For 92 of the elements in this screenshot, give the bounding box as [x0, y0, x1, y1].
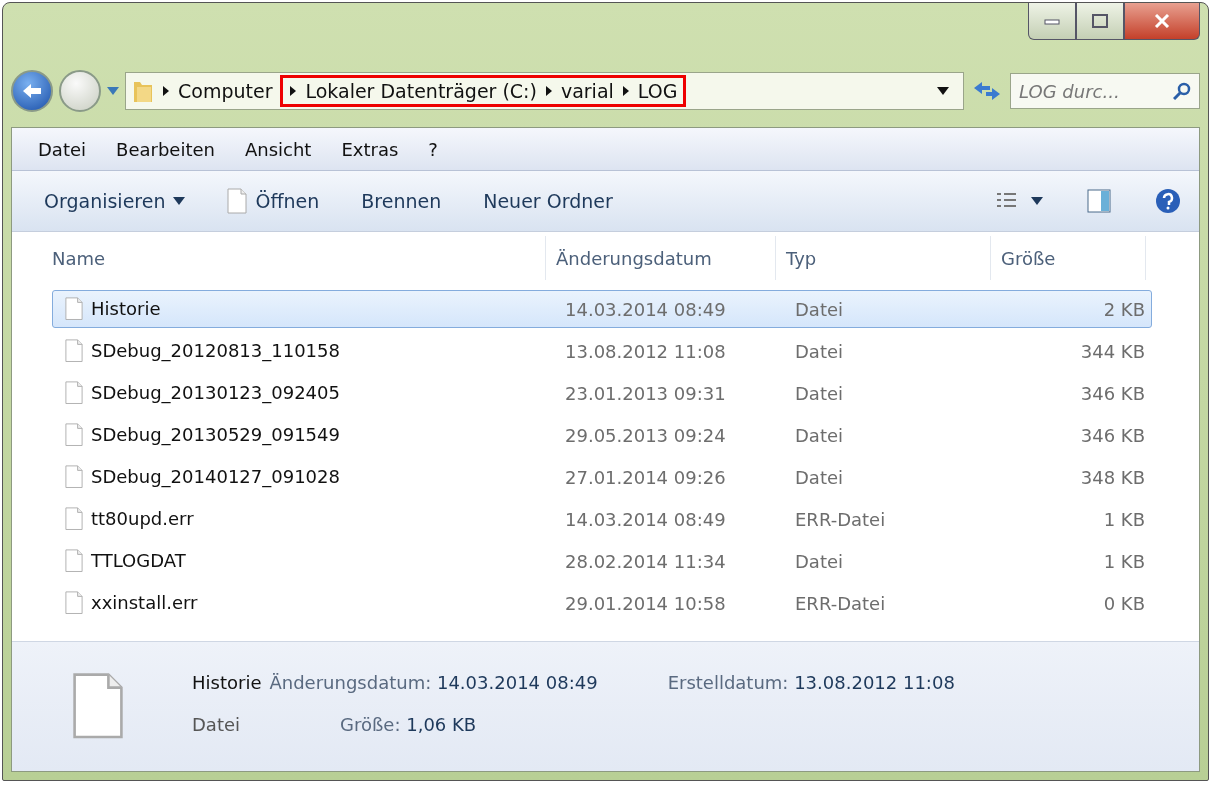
close-button[interactable]	[1124, 3, 1200, 40]
breadcrumb-item[interactable]: Computer	[178, 80, 273, 102]
help-icon[interactable]	[1155, 188, 1181, 214]
file-icon	[65, 381, 83, 405]
caret-icon	[173, 197, 186, 205]
forward-button[interactable]	[59, 70, 101, 112]
file-size: 1 KB	[1102, 508, 1146, 530]
close-icon	[1154, 14, 1170, 28]
column-header[interactable]: Größe	[991, 236, 1146, 280]
file-type: Datei	[794, 382, 845, 404]
file-icon	[65, 507, 83, 531]
detail-field: Größe: 1,06 KB	[340, 713, 477, 744]
file-icon	[65, 423, 83, 447]
menu-item[interactable]: Ansicht	[244, 138, 312, 160]
file-row[interactable]: SDebug_20130529_091549 29.05.2013 09:24 Datei 346 KB	[52, 416, 1152, 454]
back-arrow-icon	[22, 83, 42, 99]
modified-date: 23.01.2013 09:31	[564, 382, 727, 404]
chevron-icon	[162, 85, 170, 97]
file-icon	[65, 339, 83, 363]
file-name: SDebug_20130529_091549	[91, 424, 340, 446]
maximize-button[interactable]	[1076, 3, 1124, 40]
caret-icon[interactable]	[1031, 197, 1043, 205]
file-icon	[65, 297, 83, 321]
file-type: ERR-Datei	[794, 592, 887, 614]
file-name: SDebug_20140127_091028	[91, 466, 340, 488]
file-icon	[227, 188, 248, 214]
file-type: ERR-Datei	[794, 508, 887, 530]
file-name: SDebug_20130123_092405	[91, 382, 340, 404]
column-header[interactable]: Typ	[776, 236, 991, 280]
minimize-button[interactable]	[1028, 3, 1076, 40]
modified-date: 28.02.2014 11:34	[564, 550, 727, 572]
modified-date: 14.03.2014 08:49	[564, 508, 727, 530]
maximize-icon	[1092, 14, 1108, 28]
file-name: Historie	[192, 672, 262, 695]
menu-item[interactable]: Bearbeiten	[116, 138, 215, 160]
file-row[interactable]: Historie 14.03.2014 08:49 Datei 2 KB	[52, 290, 1152, 328]
file-size: 346 KB	[1079, 424, 1146, 446]
chevron-icon	[544, 85, 553, 97]
breadcrumb-item[interactable]: LOG	[637, 80, 678, 102]
file-name: Historie	[91, 298, 161, 320]
toolbar-button[interactable]: Organisieren	[30, 186, 200, 216]
modified-date: 13.08.2012 11:08	[564, 340, 727, 362]
file-type: Datei	[794, 424, 845, 446]
file-type: Datei	[794, 298, 845, 320]
file-row[interactable]: tt80upd.err 14.03.2014 08:49 ERR-Datei 1 KB	[52, 500, 1152, 538]
file-size: 2 KB	[1102, 298, 1146, 320]
file-name: xxinstall.err	[91, 592, 198, 614]
file-size: 348 KB	[1079, 466, 1146, 488]
modified-date: 29.01.2014 10:58	[564, 592, 727, 614]
detail-field: Erstelldatum: 13.08.2012 11:08	[667, 672, 955, 702]
minimize-icon	[1044, 17, 1060, 25]
file-type: Datei	[794, 340, 845, 362]
file-type: Datei	[794, 550, 845, 572]
toolbar-button[interactable]: Brennen	[347, 186, 456, 216]
file-icon	[65, 549, 83, 573]
address-bar[interactable]: Computer Lokaler Datenträger (C:) varial LOG	[125, 72, 964, 110]
file-size: 346 KB	[1079, 382, 1146, 404]
file-icon	[65, 591, 83, 615]
column-header[interactable]: Änderungsdatum	[546, 236, 776, 280]
file-size: 1 KB	[1102, 550, 1146, 572]
file-row[interactable]: SDebug_20120813_110158 13.08.2012 11:08 Datei 344 KB	[52, 332, 1152, 370]
toolbar-button[interactable]: Neuer Ordner	[469, 186, 627, 216]
file-row[interactable]: SDebug_20130123_092405 23.01.2013 09:31 Datei 346 KB	[52, 374, 1152, 412]
file-preview-icon	[72, 672, 124, 740]
breadcrumb-item[interactable]: Lokaler Datenträger (C:)	[305, 80, 537, 102]
file-row[interactable]: TTLOGDAT 28.02.2014 11:34 Datei 1 KB	[52, 542, 1152, 580]
file-name: tt80upd.err	[91, 508, 194, 530]
detail-field: Änderungsdatum: 14.03.2014 08:49	[269, 672, 598, 702]
back-button[interactable]	[11, 70, 53, 112]
menu-item[interactable]: ?	[428, 138, 438, 160]
chevron-icon	[289, 85, 298, 97]
breadcrumb-item[interactable]: varial	[560, 80, 614, 102]
file-name: SDebug_20120813_110158	[91, 340, 340, 362]
modified-date: 27.01.2014 09:26	[564, 466, 727, 488]
toolbar-button[interactable]: Öffnen	[213, 184, 334, 218]
modified-date: 14.03.2014 08:49	[564, 298, 727, 320]
file-row[interactable]: SDebug_20140127_091028 27.01.2014 09:26 Datei 348 KB	[52, 458, 1152, 496]
dropdown-icon[interactable]	[937, 87, 949, 95]
menu-item[interactable]: Extras	[341, 138, 399, 160]
menu-item[interactable]: Datei	[38, 138, 87, 160]
file-type: Datei	[192, 713, 241, 737]
modified-date: 29.05.2013 09:24	[564, 424, 727, 446]
file-size: 344 KB	[1079, 340, 1146, 362]
chevron-icon	[621, 85, 630, 97]
search-icon	[1173, 82, 1191, 100]
file-name: TTLOGDAT	[91, 550, 186, 572]
file-size: 0 KB	[1102, 592, 1146, 614]
column-header[interactable]: Name	[46, 236, 546, 280]
file-icon	[65, 465, 83, 489]
file-type: Datei	[794, 466, 845, 488]
search-field[interactable]: LOG durc...	[1010, 73, 1200, 109]
file-row[interactable]: xxinstall.err 29.01.2014 10:58 ERR-Datei 0 KB	[52, 584, 1152, 622]
